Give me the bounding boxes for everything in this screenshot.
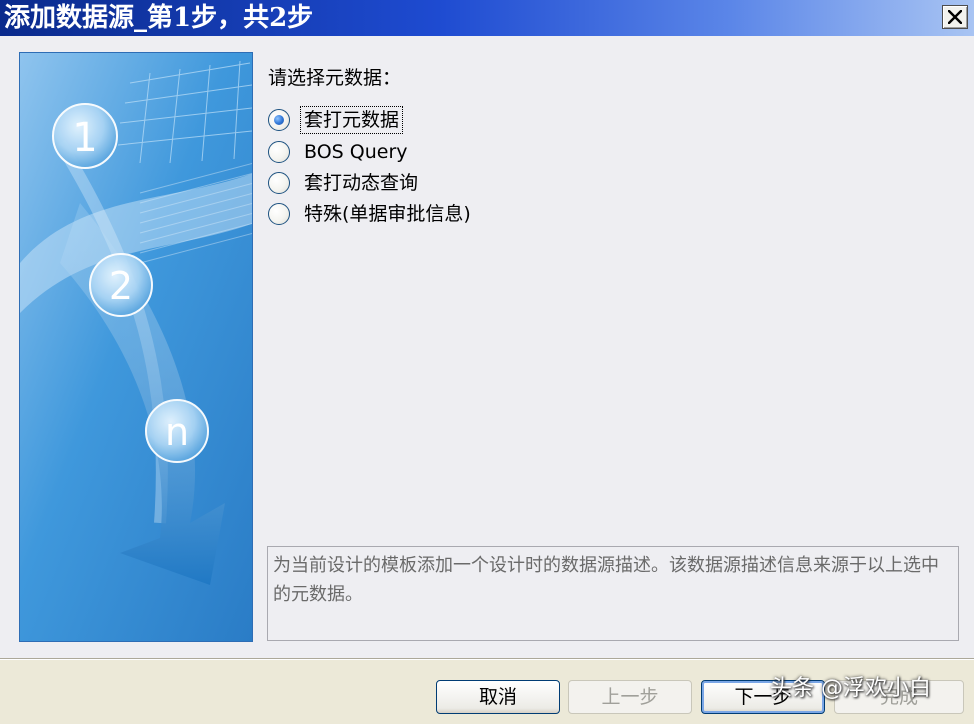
svg-text:n: n	[165, 410, 189, 454]
step-2-icon: 2	[89, 253, 153, 317]
radio-label[interactable]: 套打元数据	[299, 106, 404, 134]
radio-button[interactable]	[268, 172, 290, 194]
radio-option-bos-query[interactable]: BOS Query	[268, 138, 568, 166]
radio-option-template-metadata[interactable]: 套打元数据	[268, 106, 568, 134]
radio-option-dynamic-query[interactable]: 套打动态查询	[268, 169, 568, 197]
watermark-text: 头条 @浮欢小白	[770, 676, 931, 701]
radio-button[interactable]	[268, 203, 290, 225]
previous-button[interactable]: 上一步	[568, 680, 692, 714]
radio-button-checked[interactable]	[268, 109, 290, 131]
radio-button[interactable]	[268, 141, 290, 163]
radio-label[interactable]: 套打动态查询	[301, 170, 421, 196]
window-title: 添加数据源_第1步，共2步	[4, 3, 314, 33]
step-1-icon: 1	[52, 103, 118, 169]
close-button[interactable]	[942, 5, 968, 29]
footer-divider-highlight	[0, 659, 974, 660]
title-bar: 添加数据源_第1步，共2步	[0, 0, 974, 36]
svg-text:1: 1	[72, 115, 97, 161]
wizard-side-illustration: 1 2 n	[19, 52, 253, 642]
radio-option-special[interactable]: 特殊(单据审批信息)	[268, 200, 568, 228]
cancel-button[interactable]: 取消	[436, 680, 560, 714]
svg-text:2: 2	[109, 264, 133, 308]
radio-label[interactable]: BOS Query	[301, 139, 411, 165]
metadata-prompt-label: 请选择元数据：	[268, 67, 402, 89]
description-box: 为当前设计的模板添加一个设计时的数据源描述。该数据源描述信息来源于以上选中的元数…	[267, 546, 959, 641]
step-n-icon: n	[145, 399, 209, 463]
close-icon	[948, 10, 962, 24]
radio-label[interactable]: 特殊(单据审批信息)	[301, 201, 474, 227]
